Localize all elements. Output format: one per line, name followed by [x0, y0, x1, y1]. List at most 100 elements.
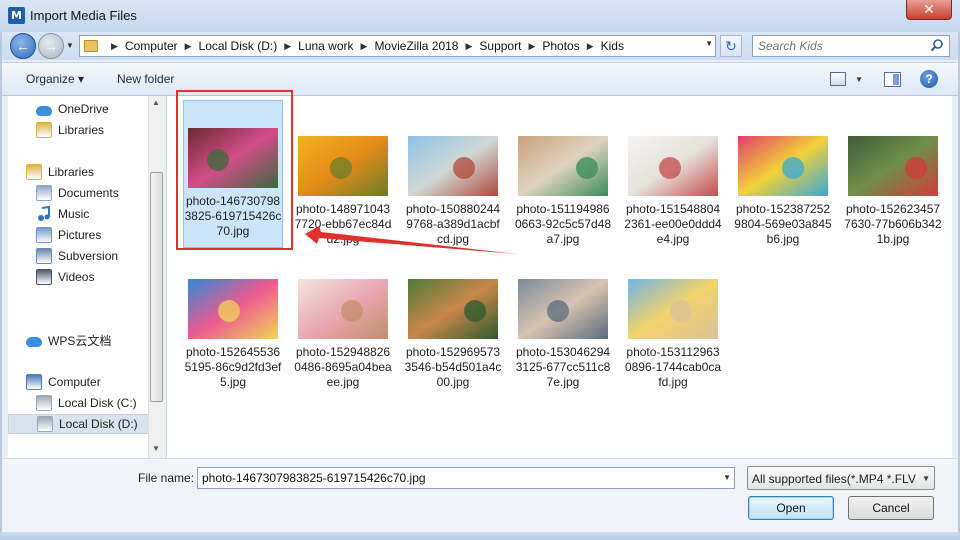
chevron-right-icon[interactable]: ▶ [284, 41, 291, 52]
chevron-right-icon[interactable]: ▶ [465, 41, 472, 52]
scroll-down-icon[interactable]: ▼ [152, 444, 160, 453]
sidebar-item[interactable]: Videos [8, 267, 148, 287]
file-item[interactable]: photo-152969573 3546-b54d501a4c 00.jpg [403, 248, 503, 390]
sidebar-item[interactable]: Music [8, 204, 148, 224]
image-thumbnail [188, 279, 278, 339]
thumbnail-fill [408, 136, 498, 196]
file-name: photo-152645536 5195-86c9d2fd3ef 5.jpg [183, 345, 283, 390]
file-name-line: photo-150880244 [405, 202, 501, 216]
file-name-line: photo-152623457 [845, 202, 941, 216]
refresh-icon: ↻ [725, 38, 737, 54]
breadcrumb-item[interactable]: Local Disk (D:) [199, 39, 278, 53]
image-thumbnail [628, 279, 718, 339]
sidebar-item[interactable]: Libraries [8, 162, 148, 182]
thumbnail-subject [341, 300, 363, 322]
computer-icon [26, 374, 42, 390]
file-item[interactable]: photo-148971043 7720-ebb67ec84d d2.jpg [293, 102, 393, 247]
file-name-line: 00.jpg [436, 375, 470, 389]
scrollbar-thumb[interactable] [150, 172, 163, 402]
file-name-line: 5.jpg [219, 375, 247, 389]
address-dropdown-icon[interactable]: ▼ [705, 39, 713, 48]
file-item[interactable]: photo-152623457 7630-77b606b342 1b.jpg [843, 102, 943, 247]
file-item[interactable]: photo-153046294 3125-677cc511c8 7e.jpg [513, 248, 613, 390]
search-icon[interactable] [930, 38, 944, 52]
thumbnail-subject [782, 157, 804, 179]
history-dropdown-icon[interactable]: ▼ [66, 41, 74, 50]
file-name: photo-152969573 3546-b54d501a4c 00.jpg [403, 345, 503, 390]
file-type-select[interactable]: All supported files(*.MP4 *.FLV ▼ [747, 466, 935, 490]
view-options-dropdown-icon[interactable]: ▼ [855, 75, 863, 84]
breadcrumb-item[interactable]: MovieZilla 2018 [374, 39, 458, 53]
thumbnail-subject [659, 157, 681, 179]
sidebar-item[interactable]: Computer [8, 372, 148, 392]
chevron-right-icon[interactable]: ▶ [361, 41, 368, 52]
breadcrumb-item[interactable]: Support [479, 39, 521, 53]
breadcrumb-item[interactable]: Luna work [298, 39, 353, 53]
file-name-line: 3125-677cc511c8 [515, 360, 611, 374]
sidebar-item[interactable]: Subversion [8, 246, 148, 266]
open-button[interactable]: Open [748, 496, 834, 520]
image-thumbnail [298, 136, 388, 196]
file-item[interactable]: photo-151548804 2361-ee00e0ddd4 e4.jpg [623, 102, 723, 247]
breadcrumb-item[interactable]: Photos [542, 39, 579, 53]
cancel-button[interactable]: Cancel [848, 496, 934, 520]
preview-pane-icon[interactable] [884, 72, 901, 87]
sidebar-item[interactable]: Pictures [8, 225, 148, 245]
scroll-up-icon[interactable]: ▲ [152, 98, 160, 107]
cloud-icon [26, 336, 42, 347]
file-name: photo-151194986 0663-92c5c57d48 a7.jpg [513, 202, 613, 247]
image-thumbnail [408, 136, 498, 196]
file-name-input[interactable] [198, 468, 708, 488]
forward-button[interactable]: → [38, 33, 64, 59]
chevron-right-icon[interactable]: ▶ [528, 41, 535, 52]
file-item[interactable]: photo-152387252 9804-569e03a845 b6.jpg [733, 102, 833, 247]
breadcrumb-item[interactable]: Kids [601, 39, 624, 53]
sidebar-item-label: WPS云文档 [48, 333, 112, 348]
dialog-footer: File name: ▼ All supported files(*.MP4 *… [0, 458, 960, 540]
sidebar-item[interactable]: OneDrive [8, 99, 148, 119]
chevron-right-icon[interactable]: ▶ [111, 41, 118, 52]
chevron-right-icon[interactable]: ▶ [185, 41, 192, 52]
image-thumbnail [738, 136, 828, 196]
breadcrumb: ▶ Computer ▶ Local Disk (D:) ▶ Luna work… [104, 36, 624, 56]
close-button[interactable]: ✕ [906, 0, 952, 20]
refresh-button[interactable]: ↻ [720, 35, 742, 57]
libraries-icon [36, 122, 52, 138]
file-item[interactable]: photo-153112963 0896-1744cab0ca fd.jpg [623, 248, 723, 390]
file-name-line: fd.jpg [658, 375, 688, 389]
new-folder-button[interactable]: New folder [117, 72, 174, 86]
nav-scrollbar[interactable]: ▲ ▼ [148, 96, 164, 458]
sidebar-item[interactable]: Local Disk (C:) [8, 393, 148, 413]
thumbnail-subject [547, 300, 569, 322]
sidebar-item[interactable]: Local Disk (D:) [8, 414, 150, 434]
help-icon[interactable]: ? [920, 70, 938, 88]
back-button[interactable]: ← [10, 33, 36, 59]
file-item[interactable]: photo-150880244 9768-a389d1acbf cd.jpg [403, 102, 503, 247]
file-item[interactable]: photo-152645536 5195-86c9d2fd3ef 5.jpg [183, 248, 283, 390]
sidebar-item[interactable]: WPS云文档 [8, 330, 148, 350]
image-thumbnail [518, 136, 608, 196]
sidebar-item-label: Pictures [58, 228, 102, 242]
sidebar-item-label: Local Disk (D:) [59, 417, 138, 431]
sidebar-item[interactable]: Libraries [8, 120, 148, 140]
file-item[interactable]: photo-152948826 0486-8695a04bea ee.jpg [293, 248, 393, 390]
chevron-right-icon[interactable]: ▶ [587, 41, 594, 52]
sidebar-item-label: Videos [58, 270, 95, 284]
file-name: photo-153112963 0896-1744cab0ca fd.jpg [623, 345, 723, 390]
title-bar: M Import Media Files ✕ [0, 0, 960, 32]
file-item[interactable]: photo-151194986 0663-92c5c57d48 a7.jpg [513, 102, 613, 247]
sidebar-item-label: Libraries [58, 123, 105, 137]
address-bar[interactable]: ▶ Computer ▶ Local Disk (D:) ▶ Luna work… [79, 35, 716, 57]
sidebar-item[interactable]: Documents [8, 183, 148, 203]
search-input[interactable] [753, 36, 923, 56]
sidebar-item-label: Documents [58, 186, 119, 200]
breadcrumb-item[interactable]: Computer [125, 39, 178, 53]
sidebar-item-label: OneDrive [58, 102, 109, 116]
disk-icon [37, 416, 53, 432]
organize-button[interactable]: Organize ▾ [26, 72, 84, 86]
address-row: ← → ▼ ▶ Computer ▶ Local Disk (D:) ▶ Lun… [0, 32, 960, 60]
selection-highlight [176, 90, 293, 250]
file-name-dropdown-icon[interactable]: ▼ [723, 473, 731, 482]
change-view-icon[interactable] [830, 72, 846, 86]
sidebar-item-label: Local Disk (C:) [58, 396, 137, 410]
